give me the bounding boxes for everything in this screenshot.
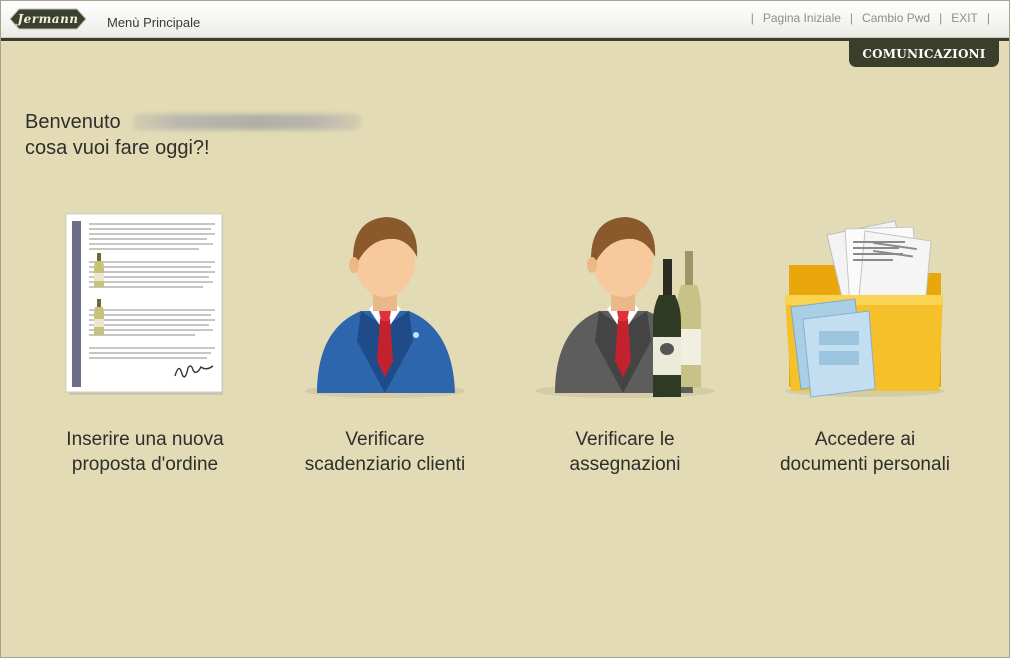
new-order-label-line1: Inserire una nuova: [66, 429, 224, 450]
blurred-user-name: [132, 114, 361, 130]
customer-deadlines-tile[interactable]: Verificare scadenziario clienti: [265, 201, 505, 491]
welcome-greeting: Benvenuto: [25, 111, 121, 133]
new-order-tile[interactable]: Inserire una nuova proposta d'ordine: [25, 201, 265, 491]
top-bar: Jermann Menù Principale | Pagina Inizial…: [1, 1, 1009, 38]
document-order-icon[interactable]: [25, 201, 265, 411]
businessman-wine-icon[interactable]: [505, 201, 745, 411]
assignments-label-line1: Verificare le: [575, 429, 675, 450]
personal-documents-label-line1: Accedere ai: [814, 429, 916, 450]
assignments-label-line2: assegnazioni: [569, 454, 681, 475]
main-page: Jermann Menù Principale | Pagina Inizial…: [0, 0, 1010, 658]
new-order-label-line2: proposta d'ordine: [71, 454, 219, 475]
logo-text: Jermann: [17, 12, 79, 26]
customer-deadlines-label-line2: scadenziario clienti: [304, 454, 466, 475]
businessman-blue-icon[interactable]: [265, 201, 505, 411]
home-link[interactable]: Pagina Iniziale: [763, 11, 841, 25]
personal-documents-tile[interactable]: Accedere ai documenti personali: [745, 201, 985, 491]
change-password-link[interactable]: Cambio Pwd: [862, 11, 930, 25]
folder-documents-icon[interactable]: [745, 201, 985, 411]
welcome-message: Benvenuto cosa vuoi fare oggi?!: [25, 109, 361, 161]
link-separator: |: [849, 11, 854, 25]
exit-link[interactable]: EXIT: [951, 11, 978, 25]
assignments-tile[interactable]: Verificare le assegnazioni: [505, 201, 745, 491]
communications-tab[interactable]: COMUNICAZIONI: [849, 41, 999, 67]
link-separator: |: [986, 11, 990, 25]
welcome-question: cosa vuoi fare oggi?!: [25, 137, 210, 159]
customer-deadlines-label-line1: Verificare: [345, 429, 425, 450]
top-links: | Pagina Iniziale | Cambio Pwd | EXIT |: [742, 11, 999, 25]
page-title: Menù Principale: [107, 15, 201, 30]
link-separator: |: [750, 11, 754, 25]
personal-documents-label-line2: documenti personali: [779, 454, 951, 475]
link-separator: |: [939, 11, 943, 25]
jermann-logo[interactable]: Jermann: [9, 8, 87, 30]
